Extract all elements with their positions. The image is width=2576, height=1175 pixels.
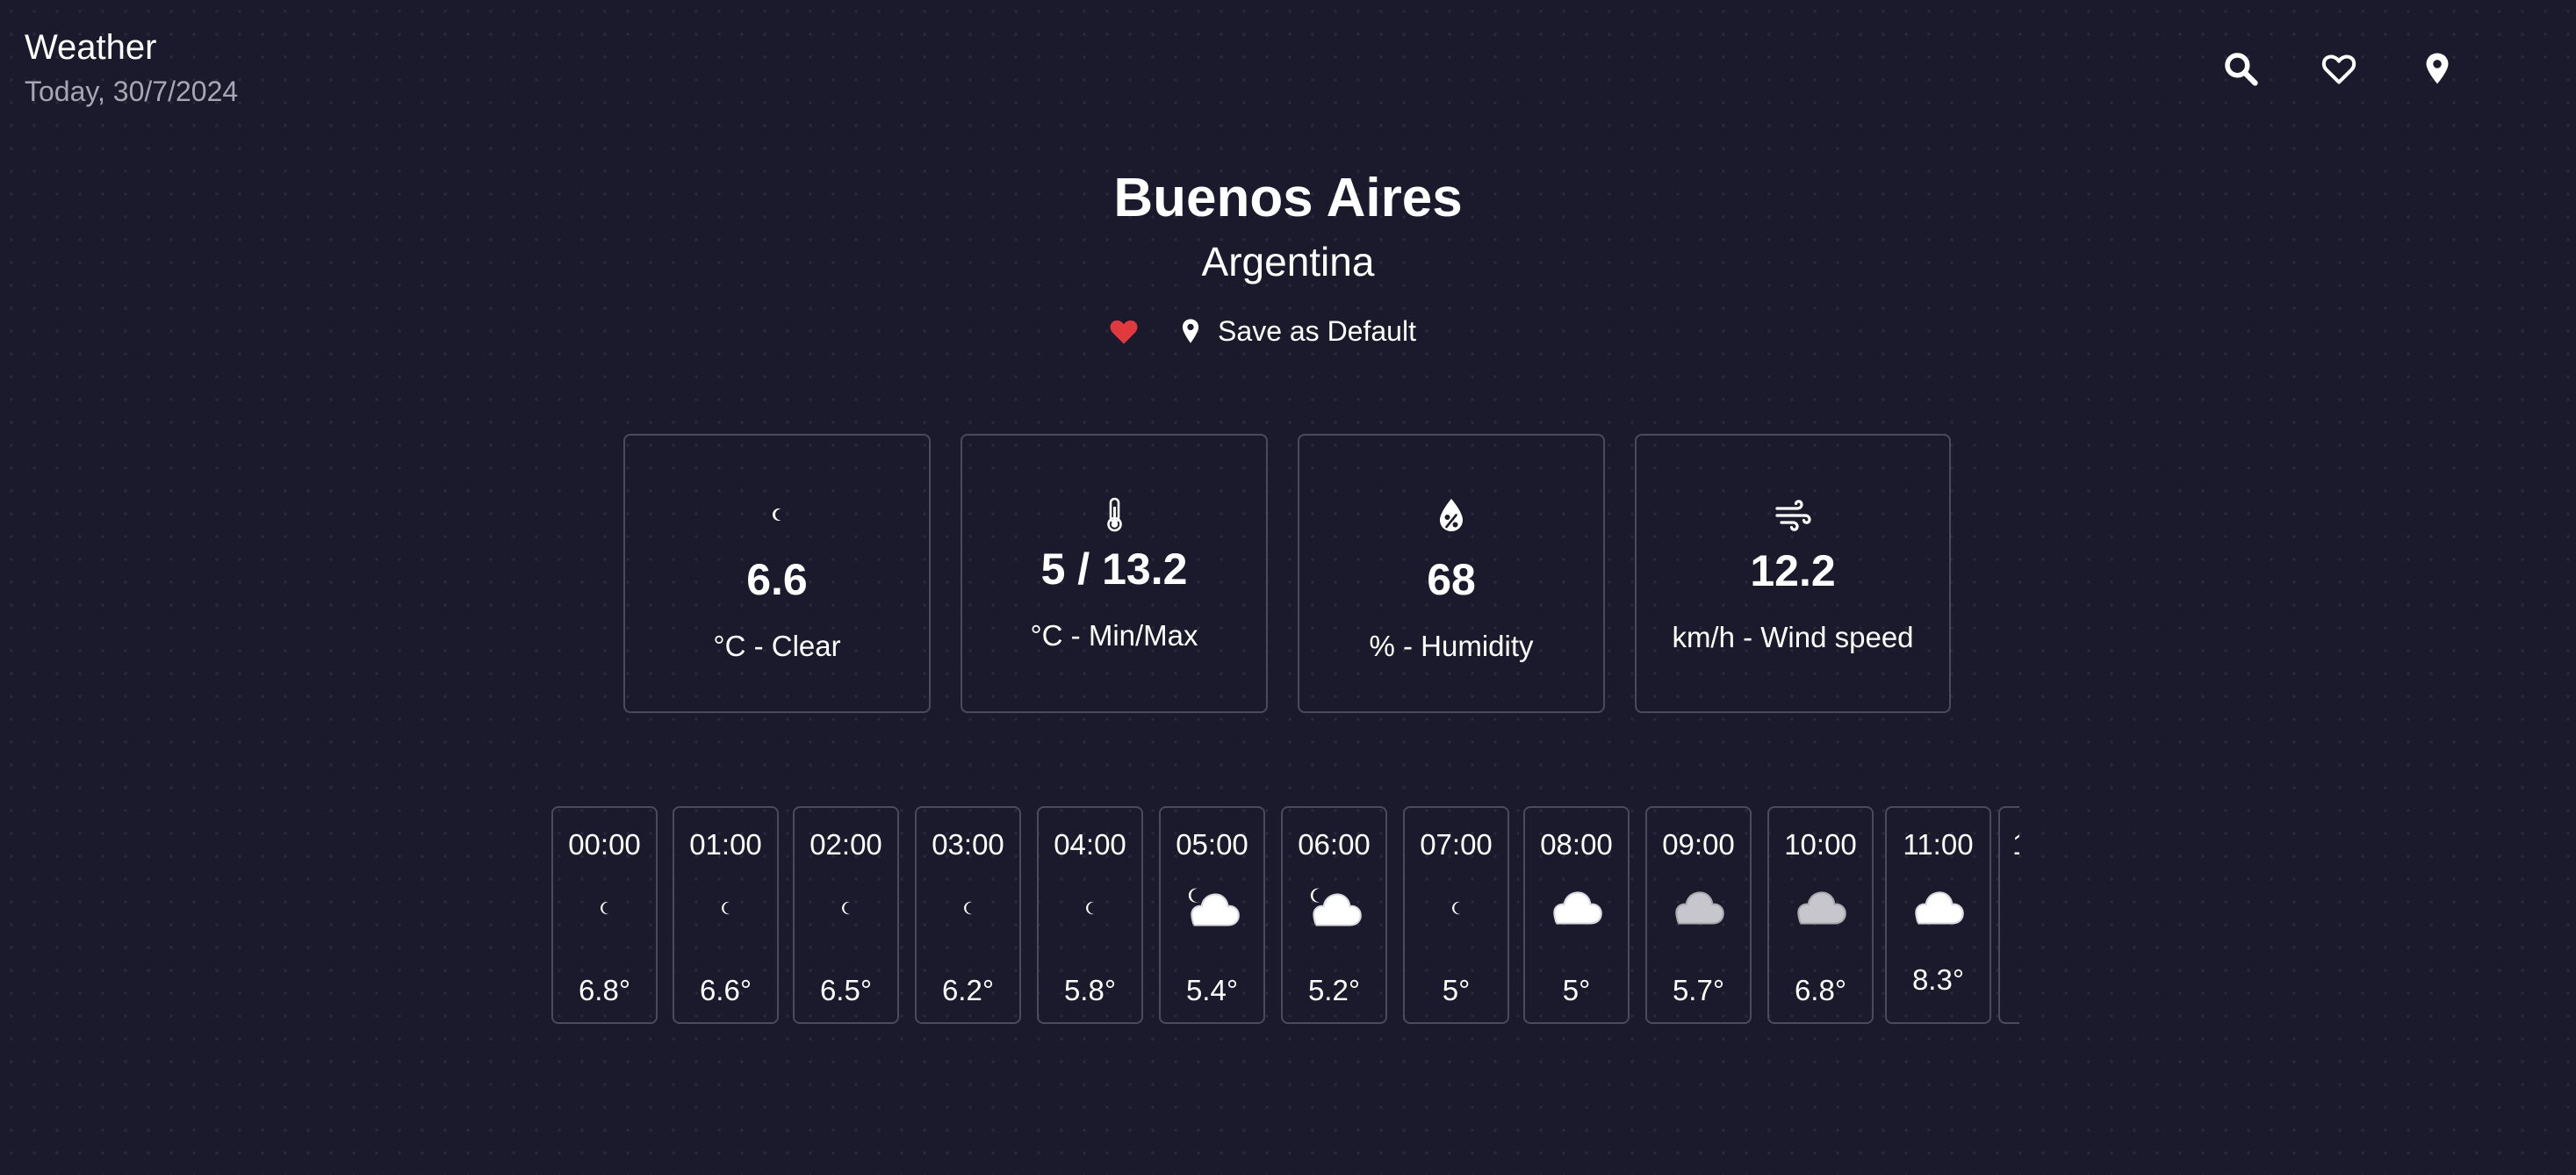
current-condition-label: °C - Clear — [713, 630, 841, 662]
thermometer-icon — [962, 495, 1266, 534]
hourly-item: 05:00 5.4° — [1159, 806, 1265, 1024]
hourly-item: 08:00 5° — [1523, 806, 1630, 1024]
min-max-value: 5 / 13.2 — [1040, 544, 1188, 594]
hour-temp: 5° — [1442, 974, 1471, 1006]
moon-icon — [917, 880, 1019, 936]
min-max-label: °C - Min/Max — [1030, 619, 1198, 652]
hourly-item: 07:00 5° — [1403, 806, 1509, 1024]
hour-time: 09:00 — [1662, 828, 1735, 861]
hour-temp: 6.8° — [1794, 974, 1847, 1006]
hour-temp: 6.6° — [699, 974, 752, 1006]
hour-time: 06:00 — [1298, 828, 1371, 861]
heart-outline-icon[interactable] — [2320, 49, 2358, 88]
hour-time: 05:00 — [1176, 828, 1248, 861]
hour-time: 03:00 — [932, 828, 1004, 861]
hour-time: 07:00 — [1420, 828, 1493, 861]
hour-time: 1 — [2000, 827, 2019, 862]
moon-cloud-icon — [1161, 880, 1263, 936]
country-name: Argentina — [1201, 239, 1375, 285]
hourly-item: 11:00 8.3° — [1885, 806, 1991, 1024]
current-temp-card: 6.6 °C - Clear — [623, 434, 931, 713]
hour-temp: 5.4° — [1185, 974, 1239, 1006]
moon-icon — [553, 880, 656, 936]
save-as-default-label: Save as Default — [1218, 314, 1416, 347]
location-pin-icon — [1179, 317, 1202, 345]
hourly-item: 09:00 5.7° — [1645, 806, 1752, 1024]
hour-temp: 5.7° — [1672, 974, 1725, 1006]
weather-icon — [2000, 880, 2019, 936]
hour-temp: 6.8° — [578, 974, 631, 1006]
grey-cloud-icon — [1769, 880, 1872, 936]
hour-time: 04:00 — [1054, 828, 1126, 861]
hour-temp: 5.8° — [1063, 974, 1117, 1006]
hour-temp: 6.2° — [941, 974, 995, 1006]
hourly-forecast[interactable]: 00:00 6.8° 01:00 6.6° 02:00 6.5° 03:00 6.2° 04:0… — [551, 806, 2019, 1027]
hourly-item: 00:00 6.8° — [551, 806, 658, 1024]
min-max-card: 5 / 13.2 °C - Min/Max — [961, 434, 1268, 713]
grey-cloud-icon — [1647, 880, 1750, 936]
wind-icon — [1637, 495, 1949, 534]
wind-speed-label: km/h - Wind speed — [1672, 621, 1914, 653]
hour-time: 00:00 — [568, 828, 641, 861]
hourly-item: 1 — [1998, 806, 2019, 1024]
hourly-item: 06:00 5.2° — [1281, 806, 1387, 1024]
humidity-drop-icon — [1299, 495, 1603, 534]
humidity-value: 68 — [1427, 555, 1476, 604]
heart-icon[interactable] — [1107, 314, 1140, 348]
moon-icon — [674, 880, 777, 936]
wind-card: 12.2 km/h - Wind speed — [1635, 434, 1951, 713]
hour-time: 08:00 — [1540, 828, 1613, 861]
hourly-item: 03:00 6.2° — [915, 806, 1021, 1024]
hourly-item: 04:00 5.8° — [1037, 806, 1143, 1024]
current-temp-value: 6.6 — [746, 555, 808, 604]
moon-icon — [1039, 880, 1141, 936]
hourly-item: 10:00 6.8° — [1767, 806, 1874, 1024]
city-name: Buenos Aires — [1113, 168, 1463, 228]
moon-icon — [1405, 880, 1507, 936]
hour-time: 01:00 — [689, 828, 762, 861]
hour-temp: 5.2° — [1307, 974, 1361, 1006]
cloud-icon — [1887, 880, 1990, 936]
hour-time: 02:00 — [809, 828, 882, 861]
hour-temp: 8.3° — [1911, 963, 1965, 996]
moon-cloud-icon — [1283, 880, 1385, 936]
hour-temp: 6.5° — [819, 974, 873, 1006]
moon-icon — [795, 880, 897, 936]
hour-time: 11:00 — [1903, 828, 1974, 861]
current-date: Today, 30/7/2024 — [25, 76, 239, 107]
humidity-card: 68 % - Humidity — [1298, 434, 1605, 713]
cloud-icon — [1525, 880, 1628, 936]
hourly-item: 02:00 6.5° — [793, 806, 899, 1024]
wind-speed-value: 12.2 — [1750, 546, 1836, 595]
hourly-item: 01:00 6.6° — [673, 806, 779, 1024]
hour-time: 10:00 — [1784, 828, 1857, 861]
app-title: Weather — [25, 28, 157, 67]
humidity-label: % - Humidity — [1369, 630, 1534, 662]
moon-icon — [625, 495, 929, 534]
location-actions: Save as Default — [0, 314, 2576, 348]
save-as-default-button[interactable]: Save as Default — [1179, 315, 1416, 348]
app-header: Weather Today, 30/7/2024 — [25, 26, 238, 109]
location-pin-icon[interactable] — [2418, 49, 2457, 88]
search-icon[interactable] — [2221, 49, 2260, 88]
hour-temp: 5° — [1562, 974, 1591, 1006]
